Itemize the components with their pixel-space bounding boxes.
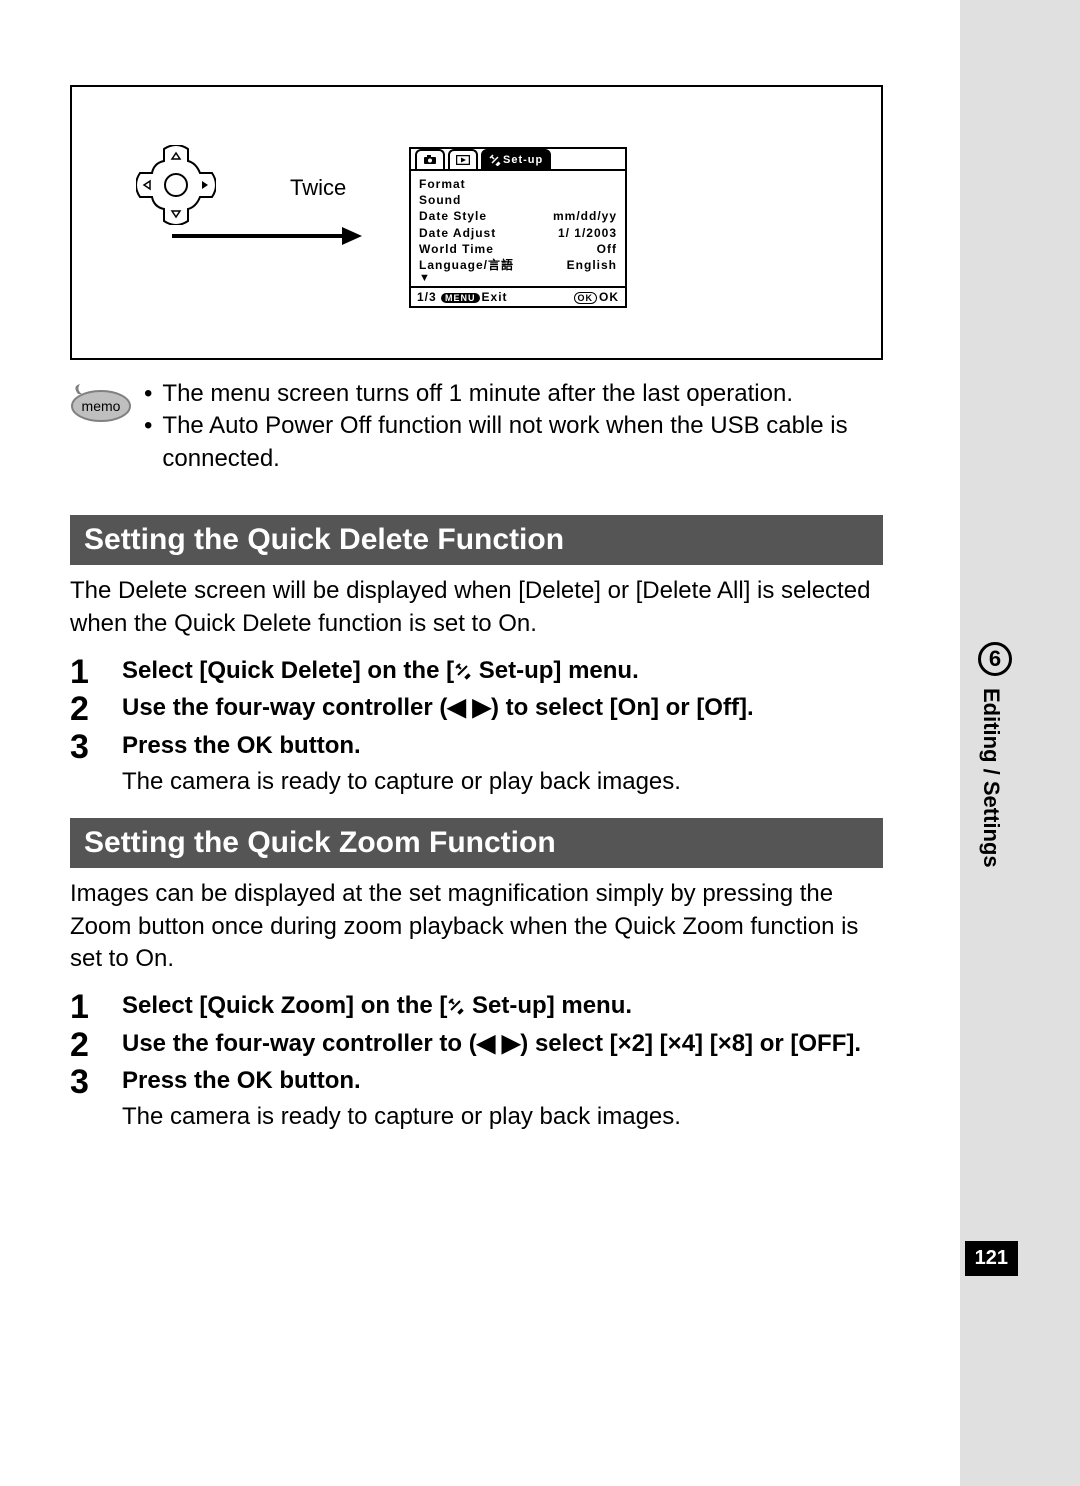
steps-quick-zoom: 1 Select [Quick Zoom] on the [ Set-up] m… <box>70 989 890 1131</box>
step-text: Select [Quick Delete] on the [ Set-up] m… <box>122 654 639 688</box>
dpad-icon <box>136 145 216 225</box>
step-subtext: The camera is ready to capture or play b… <box>122 768 890 796</box>
lcd-body: Format Sound Date Stylemm/dd/yy Date Adj… <box>411 171 625 286</box>
memo-block: memo •The menu screen turns off 1 minute… <box>70 378 950 475</box>
step-text: Use the four-way controller to (◀ ▶) sel… <box>122 1027 861 1061</box>
step: 2 Use the four-way controller to (◀ ▶) s… <box>70 1027 890 1064</box>
svg-text:memo: memo <box>82 398 121 414</box>
step-number: 1 <box>70 989 98 1026</box>
chapter-number-badge: 6 <box>978 642 1012 676</box>
step-number: 3 <box>70 729 98 766</box>
diagram-box: Twice Set-up <box>70 85 883 360</box>
memo-item: •The menu screen turns off 1 minute afte… <box>144 378 950 410</box>
step-subtext: The camera is ready to capture or play b… <box>122 1103 890 1131</box>
arrow-right-icon <box>172 225 362 247</box>
lcd-footer: 1/3 MENUExit OKOK <box>411 286 625 306</box>
step-number: 3 <box>70 1064 98 1101</box>
memo-icon: memo <box>70 380 132 424</box>
tools-icon <box>489 154 501 166</box>
lcd-row: Date Stylemm/dd/yy <box>419 208 617 224</box>
memo-item: •The Auto Power Off function will not wo… <box>144 410 950 475</box>
lcd-row: Sound <box>419 192 617 208</box>
page: Twice Set-up <box>0 0 1080 1486</box>
section-intro: The Delete screen will be displayed when… <box>70 575 883 640</box>
step-number: 2 <box>70 691 98 728</box>
lcd-row: Date Adjust1/ 1/2003 <box>419 225 617 241</box>
step-number: 2 <box>70 1027 98 1064</box>
step: 3 Press the OK button. <box>70 729 890 766</box>
ok-pill: OK <box>574 292 598 304</box>
content-area: Twice Set-up <box>70 85 950 1131</box>
step-text: Select [Quick Zoom] on the [ Set-up] men… <box>122 989 632 1023</box>
section-heading-quick-zoom: Setting the Quick Zoom Function <box>70 818 883 868</box>
chapter-label: Editing / Settings <box>978 688 1004 868</box>
memo-list: •The menu screen turns off 1 minute afte… <box>144 378 950 475</box>
step-text: Use the four-way controller (◀ ▶) to sel… <box>122 691 754 725</box>
step: 1 Select [Quick Delete] on the [ Set-up]… <box>70 654 890 691</box>
section-heading-quick-delete: Setting the Quick Delete Function <box>70 515 883 565</box>
tab-play-icon <box>448 149 478 169</box>
lcd-screen: Set-up Format Sound Date Stylemm/dd/yy D… <box>409 147 627 308</box>
tab-setup: Set-up <box>481 149 551 169</box>
tab-camera-icon <box>415 149 445 169</box>
step: 2 Use the four-way controller (◀ ▶) to s… <box>70 691 890 728</box>
tools-icon <box>454 662 472 680</box>
scroll-down-icon: ▼ <box>419 273 617 284</box>
step-text: Press the OK button. <box>122 729 361 763</box>
step-text: Press the OK button. <box>122 1064 361 1098</box>
twice-label: Twice <box>290 175 346 201</box>
tools-icon <box>447 997 465 1015</box>
tab-setup-label: Set-up <box>503 154 543 166</box>
lcd-row: Language/言語English <box>419 257 617 273</box>
lcd-footer-right: OKOK <box>574 290 620 304</box>
steps-quick-delete: 1 Select [Quick Delete] on the [ Set-up]… <box>70 654 890 796</box>
step-number: 1 <box>70 654 98 691</box>
section-intro: Images can be displayed at the set magni… <box>70 878 883 975</box>
lcd-footer-left: 1/3 MENUExit <box>417 290 508 304</box>
step: 3 Press the OK button. <box>70 1064 890 1101</box>
page-number: 121 <box>965 1241 1018 1276</box>
step: 1 Select [Quick Zoom] on the [ Set-up] m… <box>70 989 890 1026</box>
lcd-row: World TimeOff <box>419 241 617 257</box>
menu-pill: MENU <box>441 293 480 303</box>
lcd-row: Format <box>419 176 617 192</box>
